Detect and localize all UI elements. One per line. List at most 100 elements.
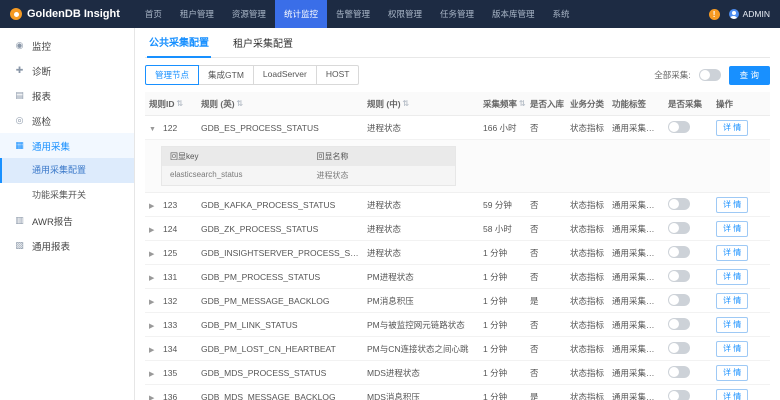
sidebar-item[interactable]: ▦ 通用采集 [0,133,134,158]
column-header[interactable]: 规则 (中) ⇅ [363,98,479,110]
detail-button[interactable]: 详 情 [716,196,749,213]
column-header[interactable]: 采集频率 ⇅ [479,98,526,110]
sidebar-item[interactable]: ▧ 通用报表 [0,233,134,258]
rule-name-cn: 进程状态 [367,199,402,210]
expand-caret-icon[interactable]: ▶ [149,298,157,306]
node-type-tab[interactable]: 管理节点 [145,65,200,85]
sort-icon[interactable]: ⇅ [403,99,410,108]
sort-icon[interactable]: ⇅ [237,99,244,108]
function-tag: 通用采集指标 [612,199,664,210]
expand-caret-icon[interactable]: ▶ [149,322,157,330]
filter-bar: 管理节点 集成GTM LoadServer HOST 全部采集: 查 询 [145,65,770,85]
expand-caret-icon[interactable]: ▶ [149,346,157,354]
expand-caret-icon[interactable]: ▶ [149,274,157,282]
config-tab[interactable]: 租户采集配置 [231,35,295,57]
detail-button[interactable]: 详 情 [716,268,749,285]
table-row: ▶ 133 GDB_PM_LINK_STATUS PM与被监控网元链路状态 1 分钟 否 状… [145,313,770,337]
sidebar-subitem[interactable]: 通用采集配置 [0,158,134,183]
top-nav-item[interactable]: 统计监控 [274,0,327,28]
app-window: GoldenDB Insight 首页 租户管理 资源管理 统计监控 告警管理 权限管理任… [0,0,780,400]
sidebar-subitem[interactable]: 功能采集开关 [0,183,134,208]
collect-toggle[interactable] [668,365,690,378]
collect-icon: ▦ [15,140,24,150]
store-flag: 否 [530,343,539,354]
table-row: ▶ 135 GDB_MDS_PROCESS_STATUS MDS进程状态 1 分钟 否 状态… [145,361,770,385]
detail-button[interactable]: 详 情 [716,244,749,261]
sidebar-item-label: 通用采集 [32,141,71,153]
collect-frequency: 1 分钟 [483,247,508,258]
collect-toggle[interactable] [668,317,690,330]
sidebar-item[interactable]: ✚ 诊断 [0,58,134,83]
top-nav-item[interactable]: 租户管理 [171,0,223,28]
expand-caret-icon[interactable]: ▶ [149,394,157,400]
column-header[interactable]: 是否入库⇅ [526,98,566,110]
collect-toggle[interactable] [668,221,690,234]
column-label: 是否入库 [530,98,565,109]
top-nav-item[interactable]: 版本库管理 [483,0,544,28]
column-header[interactable]: 规则ID ⇅ [145,98,197,110]
node-type-tab[interactable]: LoadServer [253,65,317,85]
collect-toggle[interactable] [668,389,690,400]
collect-toggle[interactable] [668,245,690,258]
detail-button[interactable]: 详 情 [716,220,749,237]
expand-caret-icon[interactable]: ▶ [149,250,157,258]
store-flag: 否 [530,122,539,133]
expand-caret-icon[interactable]: ▶ [149,202,157,210]
top-nav-item[interactable]: 任务管理 [431,0,483,28]
rule-name-en: GDB_KAFKA_PROCESS_STATUS [201,199,336,210]
sub-column-header: 回显名称 [316,152,349,161]
store-flag: 否 [530,199,539,210]
store-flag: 否 [530,247,539,258]
config-tab[interactable]: 公共采集配置 [147,34,211,58]
collect-toggle[interactable] [668,197,690,210]
function-tag: 通用采集指标 [612,343,664,354]
diagnose-icon: ✚ [15,65,24,75]
detail-button[interactable]: 详 情 [716,388,749,400]
sidebar-item[interactable]: ◎ 巡检 [0,108,134,133]
sort-icon[interactable]: ⇅ [177,99,184,108]
function-tag: 通用采集指标 [612,223,664,234]
rule-name-en: GDB_PM_LOST_CN_HEARTBEAT [201,343,336,354]
top-nav-item[interactable]: 告警管理 [327,0,379,28]
biz-category: 状态指标 [570,122,605,133]
sort-icon[interactable]: ⇅ [519,99,526,108]
sidebar-item[interactable]: ▤ 报表 [0,83,134,108]
sidebar-item[interactable]: ◉ 监控 [0,33,134,58]
rule-name-en: GDB_PM_MESSAGE_BACKLOG [201,295,330,306]
all-collect-toggle[interactable] [698,69,721,81]
collect-toggle[interactable] [668,293,690,306]
table-row: ▶ 124 GDB_ZK_PROCESS_STATUS 进程状态 58 小时 否 状态指标通… [145,217,770,241]
top-nav-item[interactable]: 权限管理 [379,0,431,28]
detail-button[interactable]: 详 情 [716,119,749,136]
detail-button[interactable]: 详 情 [716,364,749,381]
node-type-tab[interactable]: HOST [316,65,360,85]
rule-name-cn: MDS进程状态 [367,367,420,378]
column-header: 业务分类 [566,98,608,110]
notification-icon[interactable] [708,8,720,20]
detail-button[interactable]: 详 情 [716,316,749,333]
top-nav-item[interactable]: 首页 [136,0,171,28]
collect-toggle[interactable] [668,120,690,133]
user-menu[interactable]: ADMIN [728,9,770,19]
rule-name-cn: 进程状态 [367,247,402,258]
expand-caret-icon[interactable]: ▶ [149,226,157,234]
inspect-icon: ◎ [15,115,24,125]
detail-button[interactable]: 详 情 [716,292,749,309]
top-nav-item[interactable]: 系统 [544,0,579,28]
sidebar-item[interactable]: ▥ AWR报告 [0,208,134,233]
collect-toggle[interactable] [668,269,690,282]
function-tag: 通用采集指标 [612,122,664,133]
collect-frequency: 1 分钟 [483,343,508,354]
collect-toggle[interactable] [668,341,690,354]
monitor-icon: ◉ [15,40,24,50]
expand-caret-icon[interactable]: ▶ [149,370,157,378]
top-nav-item[interactable]: 资源管理 [223,0,275,28]
table-body: ▼ 122 GDB_ES_PROCESS_STATUS 进程状态 166 小时否状态指标… [145,116,770,400]
query-button[interactable]: 查 询 [728,65,770,85]
detail-button[interactable]: 详 情 [716,340,749,357]
node-type-tab[interactable]: 集成GTM [199,65,254,85]
sidebar: ◉ 监控 ✚ 诊断 ▤ 报表 ◎ 巡检 ▦ 通用采集通用采集配置 功能采集开关 ▥ AWR报告 ▧ 通用报表 [0,28,135,400]
column-header[interactable]: 规则 (英) ⇅ [197,98,363,110]
rule-id: 125 [163,247,178,258]
expand-caret-icon[interactable]: ▼ [149,126,157,133]
